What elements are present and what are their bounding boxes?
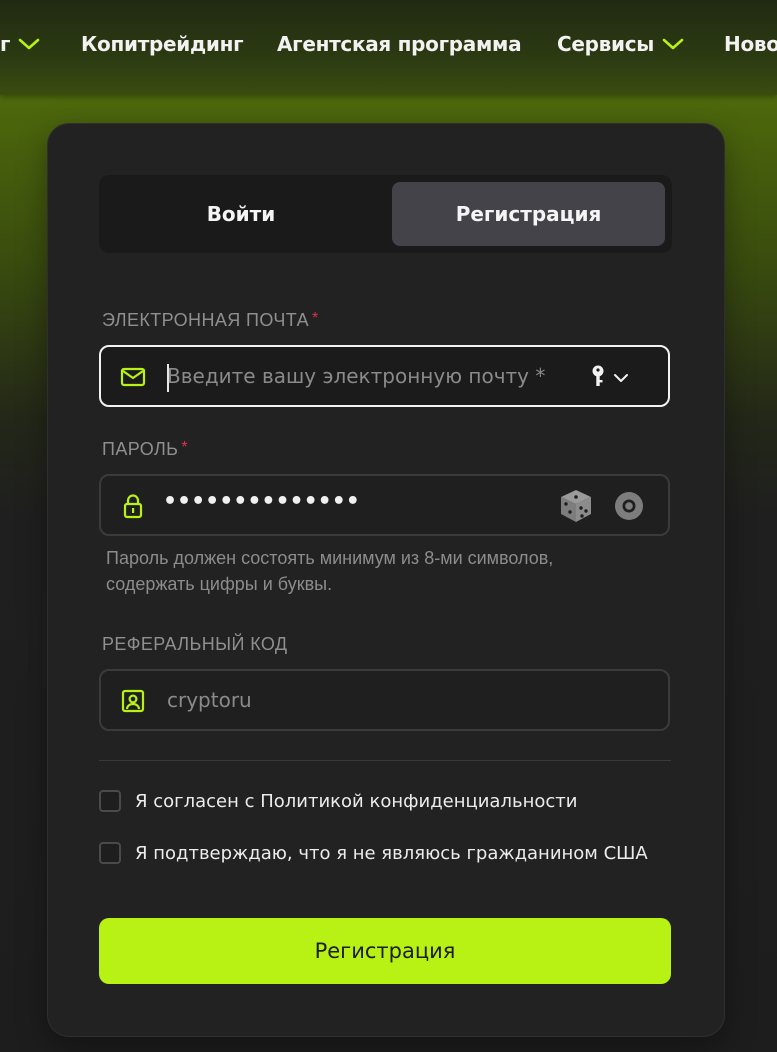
chevron-down-icon[interactable] <box>613 371 629 383</box>
referral-field[interactable] <box>99 669 670 731</box>
privacy-checkbox-row[interactable]: Я согласен с Политикой конфиденциальност… <box>99 788 577 814</box>
dice-icon[interactable] <box>557 487 595 525</box>
tab-register[interactable]: Регистрация <box>392 182 665 246</box>
nav-item-label: Копитрейдинг <box>81 32 244 56</box>
privacy-checkbox[interactable] <box>99 790 121 812</box>
us-citizen-checkbox-label: Я подтверждаю, что я не являюсь граждани… <box>135 842 648 864</box>
nav-item-label: г <box>0 32 11 56</box>
tab-login[interactable]: Войти <box>105 182 377 246</box>
required-mark: * <box>312 310 319 327</box>
password-field[interactable]: •••••••••••••• <box>99 474 670 536</box>
chevron-down-icon <box>662 37 684 51</box>
password-hint: Пароль должен состоять минимум из 8-ми с… <box>106 548 554 594</box>
nav-item-label: Ново <box>724 32 777 56</box>
us-citizen-checkbox-row[interactable]: Я подтверждаю, что я не являюсь граждани… <box>99 840 648 866</box>
required-mark: * <box>181 439 189 456</box>
nav-item-agent-program[interactable]: Агентская программа <box>277 30 522 58</box>
referral-input[interactable] <box>167 681 557 719</box>
nav-item-partial[interactable]: г <box>0 30 40 58</box>
key-icon[interactable] <box>589 365 609 389</box>
email-field[interactable] <box>99 345 670 407</box>
privacy-checkbox-label: Я согласен с Политикой конфиденциальност… <box>135 790 578 812</box>
auth-tabs: Войти Регистрация <box>99 175 672 253</box>
email-input[interactable] <box>167 357 557 395</box>
nav-item-copytrading[interactable]: Копитрейдинг <box>81 30 244 58</box>
register-button[interactable]: Регистрация <box>99 918 671 984</box>
us-citizen-checkbox[interactable] <box>99 842 121 864</box>
nav-item-services[interactable]: Сервисы <box>557 30 684 58</box>
lock-icon <box>119 492 147 520</box>
divider <box>99 760 671 761</box>
envelope-icon <box>119 363 147 391</box>
password-label: ПАРОЛЬ * <box>102 439 189 459</box>
nav-item-news[interactable]: Ново <box>724 30 777 58</box>
nav-item-label: Сервисы <box>557 32 655 56</box>
chevron-down-icon <box>18 37 40 51</box>
top-navigation: г Копитрейдинг Агентская программа Серви… <box>0 0 777 95</box>
password-input[interactable]: •••••••••••••• <box>163 489 360 514</box>
email-label: ЭЛЕКТРОННАЯ ПОЧТА * <box>102 310 319 330</box>
user-badge-icon <box>119 687 147 715</box>
auth-card: Войти Регистрация ЭЛЕКТРОННАЯ ПОЧТА * Вв… <box>47 123 725 1037</box>
eye-icon[interactable] <box>611 490 647 522</box>
nav-item-label: Агентская программа <box>277 32 522 56</box>
referral-label: РЕФЕРАЛЬНЫЙ КОД <box>102 634 288 654</box>
